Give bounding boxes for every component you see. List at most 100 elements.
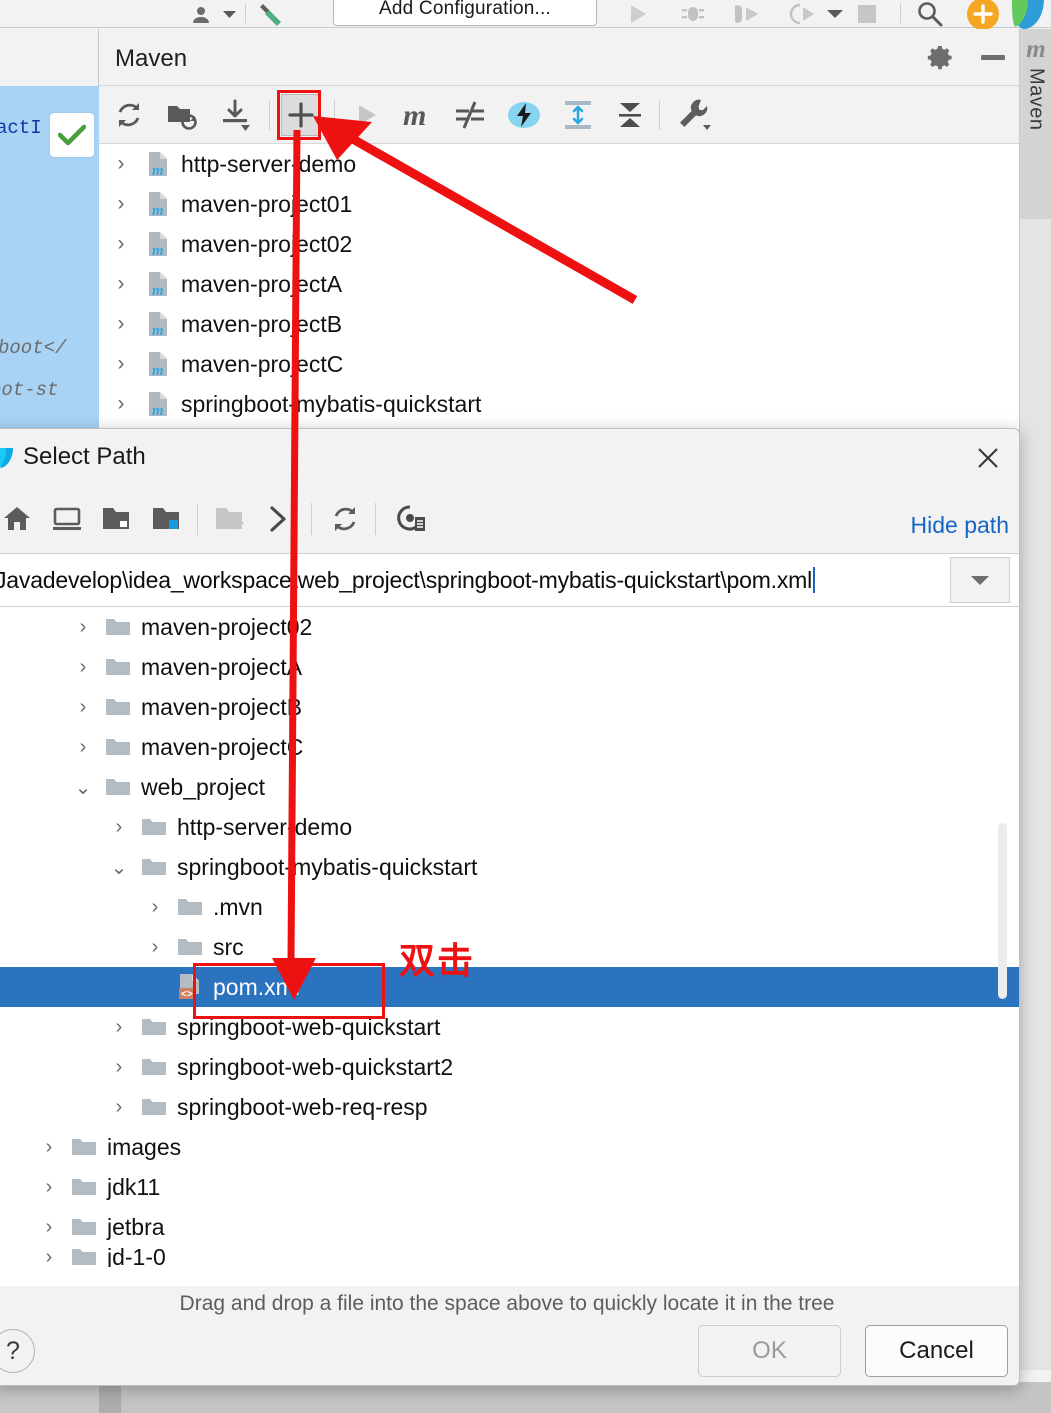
list-item[interactable]: › maven-projectC bbox=[0, 727, 1019, 767]
maven-projects-tree[interactable]: › m http-server-demo › m maven-project01… bbox=[99, 144, 1019, 454]
path-input[interactable]: Javadevelop\idea_workspace\web_project\s… bbox=[0, 554, 948, 606]
run-with-coverage-icon[interactable] bbox=[728, 0, 766, 28]
maven-module-icon: m bbox=[143, 231, 173, 257]
list-item[interactable]: › images bbox=[0, 1127, 1019, 1167]
chevron-right-icon[interactable]: › bbox=[101, 1016, 137, 1039]
chevron-right-icon[interactable]: › bbox=[101, 1096, 137, 1119]
chevron-right-icon[interactable]: › bbox=[31, 1136, 67, 1159]
list-item[interactable]: › .mvn bbox=[0, 887, 1019, 927]
wrench-icon[interactable] bbox=[671, 94, 717, 136]
chevron-right-icon[interactable]: › bbox=[99, 152, 143, 176]
refresh-icon[interactable] bbox=[323, 497, 367, 541]
help-button[interactable]: ? bbox=[0, 1329, 35, 1373]
chevron-right-icon[interactable]: › bbox=[31, 1247, 67, 1267]
maven-tree-row[interactable]: › m maven-projectB bbox=[99, 304, 1019, 344]
desktop-icon[interactable] bbox=[45, 497, 89, 541]
maven-module-icon: m bbox=[143, 351, 173, 377]
list-item[interactable]: › maven-projectB bbox=[0, 687, 1019, 727]
list-item[interactable]: › jd-1-0 bbox=[0, 1247, 1019, 1267]
list-item[interactable]: › src bbox=[0, 927, 1019, 967]
scrollbar-thumb[interactable] bbox=[998, 823, 1007, 999]
folder-project-icon[interactable] bbox=[95, 497, 139, 541]
chevron-right-icon[interactable]: › bbox=[101, 1056, 137, 1079]
chevron-right-icon[interactable]: › bbox=[99, 352, 143, 376]
lightning-icon[interactable] bbox=[503, 94, 545, 136]
folder-module-icon[interactable] bbox=[145, 497, 189, 541]
list-item[interactable]: <> pom.xml bbox=[0, 967, 1019, 1007]
home-icon[interactable] bbox=[0, 497, 39, 541]
chevron-right-icon[interactable]: › bbox=[31, 1176, 67, 1199]
chevron-right-icon[interactable]: › bbox=[137, 896, 173, 919]
list-item-label: maven-projectC bbox=[141, 733, 304, 760]
run-icon[interactable] bbox=[620, 0, 656, 28]
list-item[interactable]: › http-server-demo bbox=[0, 807, 1019, 847]
ok-button[interactable]: OK bbox=[698, 1325, 841, 1377]
list-item[interactable]: › maven-project02 bbox=[0, 607, 1019, 647]
download-icon[interactable] bbox=[216, 94, 256, 136]
maven-tree-row[interactable]: › m maven-projectC bbox=[99, 344, 1019, 384]
refresh-icon[interactable] bbox=[109, 94, 149, 136]
list-item[interactable]: › springboot-web-quickstart bbox=[0, 1007, 1019, 1047]
sidebar-item-maven[interactable]: m Maven bbox=[1020, 29, 1051, 219]
chevron-down-icon[interactable] bbox=[219, 0, 239, 28]
list-item[interactable]: › jetbra bbox=[0, 1207, 1019, 1247]
dialog-title: Select Path bbox=[23, 443, 146, 470]
chevron-right-icon[interactable]: › bbox=[31, 1216, 67, 1239]
chevron-right-icon[interactable]: › bbox=[99, 272, 143, 296]
maven-tree-row[interactable]: › m maven-projectA bbox=[99, 264, 1019, 304]
chevron-right-icon[interactable]: › bbox=[65, 736, 101, 759]
folder-icon bbox=[101, 657, 135, 677]
close-icon[interactable] bbox=[973, 443, 1003, 473]
chevron-right-icon[interactable]: › bbox=[101, 816, 137, 839]
chevron-down-icon[interactable]: ⌄ bbox=[101, 855, 137, 880]
folder-icon bbox=[137, 817, 171, 837]
list-item[interactable]: › jdk11 bbox=[0, 1167, 1019, 1207]
profiler-icon[interactable] bbox=[784, 0, 822, 28]
user-avatar-icon[interactable] bbox=[186, 0, 220, 28]
chevron-right-icon[interactable]: › bbox=[137, 936, 173, 959]
maven-tree-row[interactable]: › m http-server-demo bbox=[99, 144, 1019, 184]
search-everywhere-icon[interactable] bbox=[912, 0, 948, 28]
chevron-down-icon[interactable]: ⌄ bbox=[65, 775, 101, 800]
chevron-right-icon[interactable]: › bbox=[99, 232, 143, 256]
build-hammer-icon[interactable] bbox=[256, 0, 294, 28]
list-item-label: jdk11 bbox=[107, 1173, 161, 1200]
gear-icon[interactable] bbox=[925, 43, 955, 73]
list-item[interactable]: ⌄ springboot-mybatis-quickstart bbox=[0, 847, 1019, 887]
expand-all-icon[interactable] bbox=[557, 94, 599, 136]
text-caret bbox=[813, 567, 816, 593]
cancel-button[interactable]: Cancel bbox=[865, 1325, 1008, 1377]
debug-icon[interactable] bbox=[675, 0, 711, 28]
chevron-right-icon[interactable]: › bbox=[65, 696, 101, 719]
chevron-down-icon[interactable] bbox=[950, 557, 1010, 603]
maven-tree-row[interactable]: › m maven-project02 bbox=[99, 224, 1019, 264]
folder-icon bbox=[67, 1247, 101, 1267]
chevron-right-icon[interactable]: › bbox=[99, 312, 143, 336]
chevron-right-icon[interactable]: › bbox=[99, 192, 143, 216]
m-letter-icon[interactable]: m bbox=[397, 94, 441, 136]
chevron-right-icon[interactable]: › bbox=[65, 656, 101, 679]
chevron-right-icon[interactable] bbox=[258, 497, 298, 541]
maven-tree-row[interactable]: › m maven-project01 bbox=[99, 184, 1019, 224]
stop-icon[interactable] bbox=[850, 0, 884, 28]
run-icon[interactable] bbox=[347, 94, 387, 136]
list-item[interactable]: › maven-projectA bbox=[0, 647, 1019, 687]
chevron-right-icon[interactable]: › bbox=[65, 616, 101, 639]
folder-refresh-icon[interactable] bbox=[162, 94, 202, 136]
maven-tree-row[interactable]: › m springboot-mybatis-quickstart bbox=[99, 384, 1019, 424]
add-configuration-button[interactable]: Add Configuration... bbox=[333, 0, 597, 26]
list-item[interactable]: › springboot-web-req-resp bbox=[0, 1087, 1019, 1127]
minimize-icon[interactable] bbox=[978, 43, 1008, 73]
maven-tree-label: springboot-mybatis-quickstart bbox=[181, 390, 482, 417]
chevron-down-icon[interactable] bbox=[823, 0, 847, 28]
hidden-files-icon[interactable] bbox=[387, 497, 433, 541]
tree-scrollbar[interactable] bbox=[993, 609, 1007, 1284]
list-item[interactable]: ⌄ web_project bbox=[0, 767, 1019, 807]
skip-tests-icon[interactable] bbox=[449, 94, 491, 136]
hide-path-link[interactable]: Hide path bbox=[911, 512, 1009, 539]
chevron-right-icon[interactable]: › bbox=[99, 392, 143, 416]
collapse-all-icon[interactable] bbox=[609, 94, 651, 136]
file-system-tree[interactable]: › maven-project02 › maven-projectA › mav… bbox=[0, 607, 1019, 1286]
list-item[interactable]: › springboot-web-quickstart2 bbox=[0, 1047, 1019, 1087]
notification-icon[interactable] bbox=[963, 0, 1003, 30]
